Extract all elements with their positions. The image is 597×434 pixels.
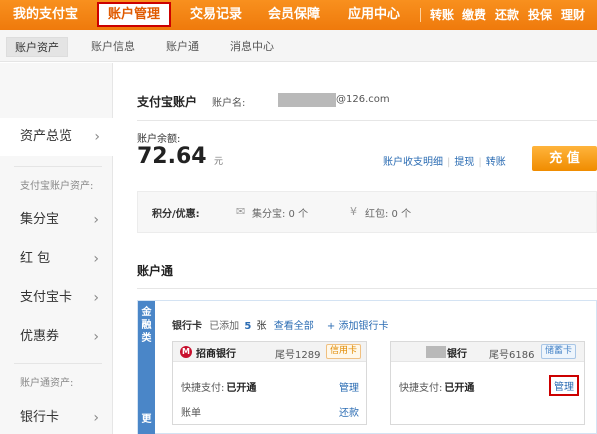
add-bank-card-link[interactable]: + 添加银行卡 <box>327 321 389 332</box>
sidebar-group-alipay-assets: 支付宝账户资产: <box>20 181 94 192</box>
account-title: 支付宝账户 <box>137 95 198 109</box>
nav-link-utilities[interactable]: 缴费 <box>462 0 486 30</box>
finance-tab-char: 融 <box>141 320 152 331</box>
points-label: 积分/优惠: <box>152 209 200 220</box>
bank-name: 银行 <box>447 349 467 360</box>
nav-link-repay[interactable]: 还款 <box>495 0 519 30</box>
nav-divider <box>420 8 421 22</box>
card-header: M 招商银行 尾号1289 信用卡 <box>173 342 366 362</box>
added-count: 5 <box>244 321 252 332</box>
nav-link-insure[interactable]: 投保 <box>528 0 552 30</box>
divider <box>137 120 597 121</box>
sidebar-item-label: 红 包 <box>20 251 51 266</box>
sidebar-divider <box>14 166 102 167</box>
nav-transactions[interactable]: 交易记录 <box>190 0 242 30</box>
transfer-link[interactable]: 转账 <box>486 157 506 168</box>
hongbao-value[interactable]: 红包: 0 个 <box>365 205 411 220</box>
card-tail-number: 尾号6186 <box>489 350 535 361</box>
repay-link[interactable]: 还款 <box>339 404 359 419</box>
finance-tab[interactable]: 金 融 类 更 <box>138 301 155 434</box>
envelope-icon: ✉ <box>236 205 246 218</box>
bill-label: 账单 <box>181 408 201 419</box>
finance-tab-char: 类 <box>141 333 152 344</box>
sub-nav: 账户资产 账户信息 账户通 消息中心 <box>0 30 597 62</box>
chevron-right-icon: › <box>93 251 99 267</box>
chevron-right-icon: › <box>93 212 99 228</box>
account-links: 账户收支明细 | 提现 | 转账 <box>383 157 506 168</box>
subnav-message-center[interactable]: 消息中心 <box>230 37 274 57</box>
account-name-label: 账户名: <box>212 98 246 109</box>
chevron-right-icon: › <box>93 329 99 345</box>
account-header: 支付宝账户 账户名: @126.com <box>137 93 390 110</box>
quick-pay-status: 已开通 <box>444 383 475 394</box>
withdraw-link[interactable]: 提现 <box>454 157 474 168</box>
card-header: 银行 尾号6186 储蓄卡 <box>391 342 584 362</box>
quick-pay-status: 已开通 <box>226 383 257 394</box>
subnav-account-assets[interactable]: 账户资产 <box>6 37 68 57</box>
quick-pay-row: 快捷支付: 已开通 <box>181 379 256 394</box>
nav-app-center[interactable]: 应用中心 <box>348 0 400 30</box>
quick-pay-row: 快捷支付: 已开通 <box>399 379 474 394</box>
subnav-account-info[interactable]: 账户信息 <box>91 37 135 57</box>
sidebar-item-alipay-card[interactable]: 支付宝卡 › <box>0 279 113 317</box>
sidebar-item-label: 资产总览 <box>20 129 73 144</box>
nav-account-management[interactable]: 账户管理 <box>97 2 171 27</box>
card-type-badge: 信用卡 <box>326 344 362 359</box>
nav-link-transfer[interactable]: 转账 <box>430 0 454 30</box>
quick-pay-label: 快捷支付: <box>181 383 225 394</box>
main-content: 支付宝账户 账户名: @126.com 账户余额: 72.64 元 账户收支明细… <box>114 63 597 434</box>
bank-cards-label: 银行卡 <box>172 321 202 332</box>
statement-link[interactable]: 账户收支明细 <box>383 157 443 168</box>
divider <box>137 288 597 289</box>
bank-card-debit: 银行 尾号6186 储蓄卡 快捷支付: 已开通 管理 <box>390 341 585 425</box>
finance-tab-char: 金 <box>141 307 152 318</box>
finance-panel: 金 融 类 更 银行卡 已添加 5 张 查看全部 + 添加银行卡 M 招商银行 … <box>137 300 597 434</box>
subnav-zhanghutong[interactable]: 账户通 <box>166 37 199 57</box>
nav-link-finance[interactable]: 理财 <box>561 0 585 30</box>
sidebar-item-label: 优惠券 <box>20 329 60 344</box>
sidebar-divider <box>14 363 102 364</box>
sidebar-item-label: 集分宝 <box>20 212 60 227</box>
zhanghutong-title: 账户通 <box>137 264 174 278</box>
top-nav: 我的支付宝 账户管理 交易记录 会员保障 应用中心 转账 缴费 还款 投保 理财 <box>0 0 597 30</box>
sidebar: 资产总览 › 支付宝账户资产: 集分宝 › 红 包 › 支付宝卡 › 优惠券 ›… <box>0 63 114 434</box>
chevron-right-icon: › <box>93 410 99 426</box>
bank-name: 招商银行 <box>196 349 236 360</box>
manage-link[interactable]: 管理 <box>339 379 359 394</box>
view-all-link[interactable]: 查看全部 <box>274 321 314 332</box>
nav-my-alipay[interactable]: 我的支付宝 <box>13 0 78 30</box>
balance-value: 72.64 <box>137 144 207 169</box>
chevron-right-icon: › <box>93 290 99 306</box>
sidebar-item-label: 银行卡 <box>20 410 60 425</box>
masked-bank-name <box>426 346 446 358</box>
sidebar-group-zhanghutong-assets: 账户通资产: <box>20 378 74 389</box>
cmb-logo-icon: M <box>180 346 192 358</box>
nav-member-protection[interactable]: 会员保障 <box>268 0 320 30</box>
chevron-right-icon: › <box>94 129 100 145</box>
points-box: 积分/优惠: ✉ 集分宝: 0 个 ¥ 红包: 0 个 <box>137 191 597 233</box>
added-unit: 张 <box>256 321 267 332</box>
sidebar-item-jifenbao[interactable]: 集分宝 › <box>0 201 113 239</box>
sidebar-item-bank-cards[interactable]: 银行卡 › <box>0 399 113 434</box>
card-type-badge: 储蓄卡 <box>541 344 577 359</box>
topup-button[interactable]: 充 值 <box>532 146 597 171</box>
sidebar-item-label: 支付宝卡 <box>20 290 73 305</box>
sidebar-item-coupons[interactable]: 优惠券 › <box>0 318 113 356</box>
sidebar-item-hongbao[interactable]: 红 包 › <box>0 240 113 278</box>
masked-account-name <box>278 93 336 107</box>
account-email: @126.com <box>336 94 390 105</box>
balance-label: 账户余额: <box>137 134 181 145</box>
manage-link[interactable]: 管理 <box>549 375 579 396</box>
sidebar-item-overview[interactable]: 资产总览 › <box>0 118 114 156</box>
balance-unit: 元 <box>214 157 224 167</box>
bank-cards-header: 银行卡 已添加 5 张 查看全部 + 添加银行卡 <box>172 317 388 332</box>
added-label: 已添加 <box>209 321 240 332</box>
jifenbao-value[interactable]: 集分宝: 0 个 <box>252 205 308 220</box>
yen-icon: ¥ <box>350 205 357 218</box>
quick-pay-label: 快捷支付: <box>399 383 443 394</box>
more-tab-label: 更 <box>141 414 152 425</box>
bank-card-cmb: M 招商银行 尾号1289 信用卡 快捷支付: 已开通 管理 账单 还款 <box>172 341 367 425</box>
card-tail-number: 尾号1289 <box>275 350 321 361</box>
